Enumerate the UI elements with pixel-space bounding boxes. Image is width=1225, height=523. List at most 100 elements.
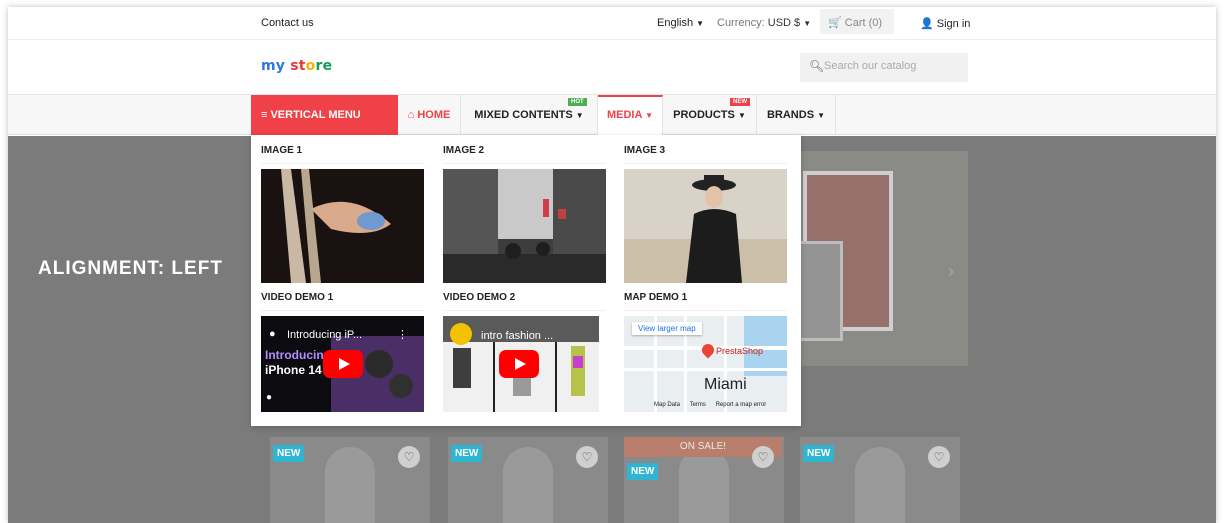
map-demo-1-block: MAP DEMO 1 View larger map PrestaShop Mi… [624,292,787,412]
map-road [724,316,727,412]
media-mega-menu: IMAGE 1 IMAGE 2 IMAGE 3 VIDEO DEMO 1 ● I… [251,135,801,426]
video-overlay-text: iPhone 14 [265,363,322,377]
contact-link[interactable]: Contact us [261,17,314,29]
cart-button[interactable]: 🛒 Cart (0) [820,9,894,34]
nav-item-home[interactable]: ⌂ HOME [398,95,461,135]
view-larger-map-link[interactable]: View larger map [632,322,702,335]
home-icon: ⌂ [407,109,415,121]
search-box: 🔍︎ [800,53,968,82]
new-tag: NEW [803,445,835,462]
hot-badge: HOT [568,98,587,106]
sign-in-link[interactable]: 👤 Sign in [920,17,970,30]
new-tag: NEW [451,445,483,462]
heart-icon[interactable]: ♡ [928,446,950,468]
nav-item-label: PRODUCTS [673,109,735,121]
block-title: VIDEO DEMO 2 [443,292,606,311]
apple-logo-icon: ● [269,328,276,340]
image-1-block: IMAGE 1 [261,145,424,283]
new-badge: NEW [730,98,750,106]
logo-part: re [315,58,333,74]
hero-title: ALIGNMENT: LEFT [38,258,223,279]
logo-part: my [261,58,286,74]
video-player[interactable]: ● Introducing iP... ⋮ Introducin iPhone … [261,316,424,412]
currency-value: USD $ [767,17,801,29]
new-tag: NEW [273,445,305,462]
chevron-down-icon: ▼ [696,19,705,28]
video-player[interactable]: intro fashion ... [443,316,599,412]
logo-part: st [290,58,306,74]
nav-item-media[interactable]: MEDIA ▼ [598,95,663,135]
vertical-menu-button[interactable]: ≡ VERTICAL MENU [251,95,398,135]
product-card[interactable]: NEW ♡ [270,437,430,523]
language-selector[interactable]: English ▼ [657,17,704,29]
image-3-block: IMAGE 3 [624,145,787,283]
play-button-icon[interactable] [323,350,363,378]
more-options-icon[interactable]: ⋮ [397,328,408,341]
map-pin-icon[interactable] [699,341,717,359]
map-store-label: PrestaShop [716,346,764,356]
apple-logo-icon: ● [266,392,273,403]
map-road [624,368,787,371]
block-title: IMAGE 1 [261,145,424,164]
heart-icon[interactable]: ♡ [752,446,774,468]
woman-hat-image[interactable] [624,169,787,283]
map-data-label: Map Data [654,402,681,408]
top-bar: Contact us English ▼ Currency: USD $ ▼ 🛒… [8,7,1216,40]
play-button-icon[interactable] [499,350,539,378]
heart-icon[interactable]: ♡ [398,446,420,468]
sign-in-label: Sign in [936,18,971,30]
map-city-label: Miami [704,376,747,393]
nav-item-label: MEDIA [606,109,643,121]
language-label: English [657,17,694,29]
nav-item-brands[interactable]: BRANDS ▼ [757,95,836,135]
product-image [503,447,553,523]
heart-icon[interactable]: ♡ [576,446,598,468]
main-nav: ≡ VERTICAL MENU ⌂ HOME HOT MIXED CONTENT… [8,95,1216,135]
nav-item-label: HOME [417,109,451,121]
chevron-down-icon: ▼ [803,19,812,28]
currency-label: Currency: [717,17,765,29]
nav-item-products[interactable]: NEW PRODUCTS ▼ [663,95,757,135]
product-image [679,447,729,523]
block-title: VIDEO DEMO 1 [261,292,424,311]
block-title: MAP DEMO 1 [624,292,787,311]
chevron-down-icon: ▼ [817,111,826,120]
nav-item-mixed-contents[interactable]: HOT MIXED CONTENTS ▼ [461,95,598,135]
nav-item-label: MIXED CONTENTS [474,109,573,121]
new-tag: NEW [627,463,659,480]
video-title: Introducing iP... [287,329,363,341]
cart-label: Cart (0) [844,17,883,29]
store-logo[interactable]: my store [261,58,332,74]
search-icon[interactable]: 🔍︎ [809,59,824,73]
video-demo-1-block: VIDEO DEMO 1 ● Introducing iP... ⋮ Intro… [261,292,424,412]
product-image [325,447,375,523]
chevron-down-icon: ▼ [737,111,746,120]
embedded-map[interactable]: View larger map PrestaShop Miami Map Dat… [624,316,787,412]
chevron-down-icon: ▼ [645,111,654,120]
currency-selector[interactable]: Currency: USD $ ▼ [717,17,811,29]
logo-part: o [305,58,316,74]
block-title: IMAGE 2 [443,145,606,164]
user-icon: 👤 [920,18,934,30]
nav-item-label: BRANDS [766,109,815,121]
aerial-silk-image[interactable] [261,169,424,283]
block-title: IMAGE 3 [624,145,787,164]
map-footer: Map Data Terms Report a map error [654,402,774,408]
product-image [855,447,905,523]
aerial-silk-picture [281,169,391,283]
product-card[interactable]: ON SALE! NEW ♡ [624,437,784,523]
product-card[interactable]: NEW ♡ [448,437,608,523]
map-report-link[interactable]: Report a map error [716,402,767,408]
hero-image [788,151,968,366]
product-card[interactable]: NEW ♡ [800,437,960,523]
video-title: intro fashion ... [481,330,554,342]
search-input[interactable] [824,60,962,72]
chevron-right-icon[interactable]: › [948,261,954,282]
street-picture [443,169,606,283]
chevron-down-icon: ▼ [575,111,584,120]
image-2-block: IMAGE 2 [443,145,606,283]
map-terms-link[interactable]: Terms [690,402,706,408]
cart-icon: 🛒 [828,17,842,29]
street-image[interactable] [443,169,606,283]
woman-hat-picture [624,175,787,283]
